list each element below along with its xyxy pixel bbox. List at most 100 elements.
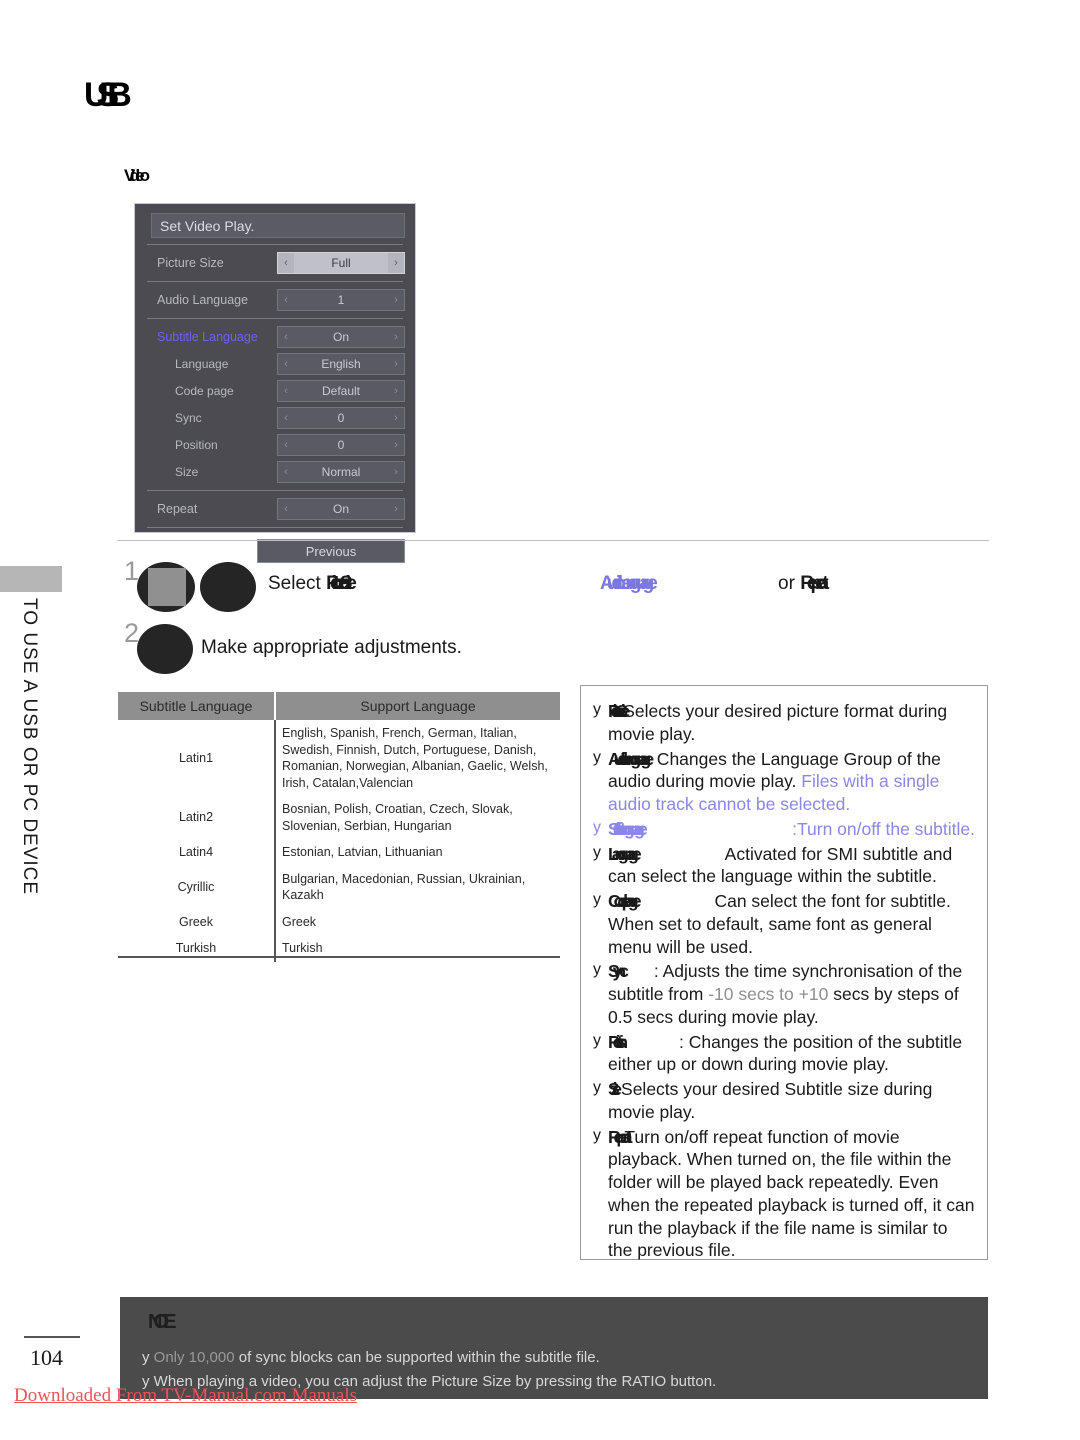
step-2-text: Make appropriate adjustments. bbox=[201, 637, 462, 658]
osd-control-audio-language[interactable]: ‹ 1 › bbox=[277, 288, 405, 311]
note-panel: NOTE y Only 10,000 of sync blocks can be… bbox=[120, 1297, 988, 1399]
osd-value-repeat: On bbox=[332, 501, 349, 516]
note-line-1: y Only 10,000 of sync blocks can be supp… bbox=[142, 1349, 600, 1366]
chevron-right-icon[interactable]: › bbox=[388, 466, 404, 478]
note-line-1-rest: of sync blocks can be supported within t… bbox=[234, 1349, 600, 1366]
osd-row-size[interactable]: Size ‹ Normal › bbox=[145, 459, 405, 484]
osd-row-position[interactable]: Position ‹ 0 › bbox=[145, 432, 405, 457]
note-heading: NOTE bbox=[148, 1311, 176, 1333]
osd-value-picture-size: Full bbox=[294, 252, 388, 273]
osd-row-language[interactable]: Language ‹ English › bbox=[145, 351, 405, 376]
bullet-icon: y bbox=[593, 843, 601, 861]
cell-subtitle-code: Latin2 bbox=[118, 796, 276, 839]
chevron-left-icon[interactable]: ‹ bbox=[278, 257, 294, 269]
osd-row-code-page[interactable]: Code page ‹ Default › bbox=[145, 378, 405, 403]
bullet-icon: y bbox=[593, 1126, 601, 1144]
description-item-position: y Position: Changes the position of the … bbox=[593, 1031, 975, 1077]
osd-control-picture-size[interactable]: ‹ Full › bbox=[277, 251, 405, 274]
previous-button[interactable]: Previous bbox=[257, 539, 405, 563]
cell-subtitle-code: Greek bbox=[118, 908, 276, 935]
page-title: USB bbox=[84, 76, 132, 114]
description-text-repeat: Turn on/off repeat function of movie pla… bbox=[608, 1126, 975, 1261]
navigation-button-icon[interactable] bbox=[137, 624, 193, 674]
chevron-right-icon[interactable]: › bbox=[388, 412, 404, 424]
osd-divider bbox=[147, 244, 403, 245]
osd-label-position: Position bbox=[175, 437, 218, 452]
cell-subtitle-code: Latin4 bbox=[118, 839, 276, 866]
chevron-left-icon[interactable]: ‹ bbox=[278, 412, 294, 424]
osd-control-repeat[interactable]: ‹ On › bbox=[277, 497, 405, 520]
chevron-right-icon[interactable]: › bbox=[388, 385, 404, 397]
description-label-sync: Sync bbox=[608, 961, 629, 982]
description-text-language: Activated for SMI subtitle and can selec… bbox=[608, 843, 953, 887]
bullet-icon: y bbox=[593, 818, 601, 836]
osd-value-size: Normal bbox=[321, 464, 361, 479]
osd-value-code-page: Default bbox=[321, 383, 361, 398]
osd-divider bbox=[147, 281, 403, 282]
chevron-left-icon[interactable]: ‹ bbox=[278, 466, 294, 478]
bullet-icon: y bbox=[593, 701, 601, 718]
description-item-size: y Size Selects your desired Subtitle size… bbox=[593, 1078, 975, 1124]
osd-control-subtitle-language[interactable]: ‹ On › bbox=[277, 325, 405, 348]
chevron-right-icon[interactable]: › bbox=[388, 503, 404, 515]
step-1-or-wrap: or Repeat bbox=[778, 573, 829, 595]
description-text-position: : Changes the position of the subtitle e… bbox=[608, 1031, 963, 1075]
step-1-end-glyph: Repeat bbox=[800, 573, 828, 594]
bullet-icon: y bbox=[593, 891, 601, 908]
watermark-link[interactable]: Downloaded From TV-Manual.com Manuals bbox=[14, 1385, 357, 1407]
osd-value-sync: 0 bbox=[337, 410, 345, 425]
menu-button-glyph bbox=[148, 568, 186, 606]
chevron-left-icon[interactable]: ‹ bbox=[278, 503, 294, 515]
description-label-position: Position bbox=[608, 1031, 628, 1052]
chevron-right-icon[interactable]: › bbox=[388, 294, 404, 306]
cell-support-languages: English, Spanish, French, German, Italia… bbox=[282, 726, 548, 790]
chevron-right-icon[interactable]: › bbox=[388, 257, 404, 269]
chevron-left-icon[interactable]: ‹ bbox=[278, 439, 294, 451]
osd-divider bbox=[147, 318, 403, 319]
support-language-table: Subtitle Language Support Language Latin… bbox=[118, 692, 560, 962]
ok-button-icon[interactable] bbox=[200, 562, 256, 612]
chevron-right-icon[interactable]: › bbox=[388, 439, 404, 451]
osd-row-repeat[interactable]: Repeat ‹ On › bbox=[145, 496, 405, 521]
note-line-1-lead: Only 10,000 bbox=[153, 1349, 235, 1366]
description-item-language: y Language Activated for SMI subtitle and… bbox=[593, 843, 975, 889]
osd-divider bbox=[147, 490, 403, 491]
osd-control-code-page[interactable]: ‹ Default › bbox=[277, 379, 405, 402]
osd-row-picture-size[interactable]: Picture Size ‹ Full › bbox=[145, 250, 405, 275]
sidebar-tab-marker bbox=[0, 566, 62, 592]
bullet-icon: y bbox=[593, 1031, 601, 1049]
chevron-left-icon[interactable]: ‹ bbox=[278, 358, 294, 370]
cell-support-languages: Greek bbox=[282, 914, 317, 929]
chevron-left-icon[interactable]: ‹ bbox=[278, 385, 294, 397]
chevron-left-icon[interactable]: ‹ bbox=[278, 331, 294, 343]
description-label-repeat: Repeat bbox=[608, 1126, 632, 1147]
osd-control-size[interactable]: ‹ Normal › bbox=[277, 460, 405, 483]
osd-label-language: Language bbox=[175, 356, 229, 371]
step-1-label-glyph: Picture Size bbox=[326, 573, 357, 594]
description-text-picture-size: Selects your desired picture format duri… bbox=[608, 701, 948, 744]
osd-value-position: 0 bbox=[337, 437, 345, 452]
osd-row-subtitle-language[interactable]: Subtitle Language ‹ On › bbox=[145, 324, 405, 349]
chevron-right-icon[interactable]: › bbox=[388, 358, 404, 370]
cell-subtitle-code: Cyrillic bbox=[118, 865, 276, 909]
chevron-right-icon[interactable]: › bbox=[388, 331, 404, 343]
description-text-size: Selects your desired Subtitle size durin… bbox=[608, 1079, 933, 1122]
osd-label-subtitle-language: Subtitle Language bbox=[157, 329, 258, 344]
page-number: 104 bbox=[30, 1345, 63, 1370]
description-item-subtitle-language: y Subtitle Language :Turn on/off the subt… bbox=[593, 818, 975, 841]
osd-label-code-page: Code page bbox=[175, 383, 234, 398]
osd-row-audio-language[interactable]: Audio Language ‹ 1 › bbox=[145, 287, 405, 312]
osd-control-position[interactable]: ‹ 0 › bbox=[277, 433, 405, 456]
osd-control-sync[interactable]: ‹ 0 › bbox=[277, 406, 405, 429]
osd-value-subtitle-language: On bbox=[332, 329, 349, 344]
osd-label-picture-size: Picture Size bbox=[157, 255, 224, 270]
osd-control-language[interactable]: ‹ English › bbox=[277, 352, 405, 375]
description-text-subtitle-language: :Turn on/off the subtitle. bbox=[792, 818, 975, 839]
table-row: Greek Greek bbox=[118, 908, 560, 935]
osd-menu-panel: Set Video Play. Picture Size ‹ Full › Au… bbox=[134, 203, 416, 563]
description-label-subtitle-language: Subtitle Language bbox=[608, 818, 648, 839]
chevron-left-icon[interactable]: ‹ bbox=[278, 294, 294, 306]
osd-footer: Previous bbox=[143, 533, 407, 563]
description-item-picture-size: y Picture SizeSelects your desired pictu… bbox=[593, 700, 975, 746]
osd-row-sync[interactable]: Sync ‹ 0 › bbox=[145, 405, 405, 430]
